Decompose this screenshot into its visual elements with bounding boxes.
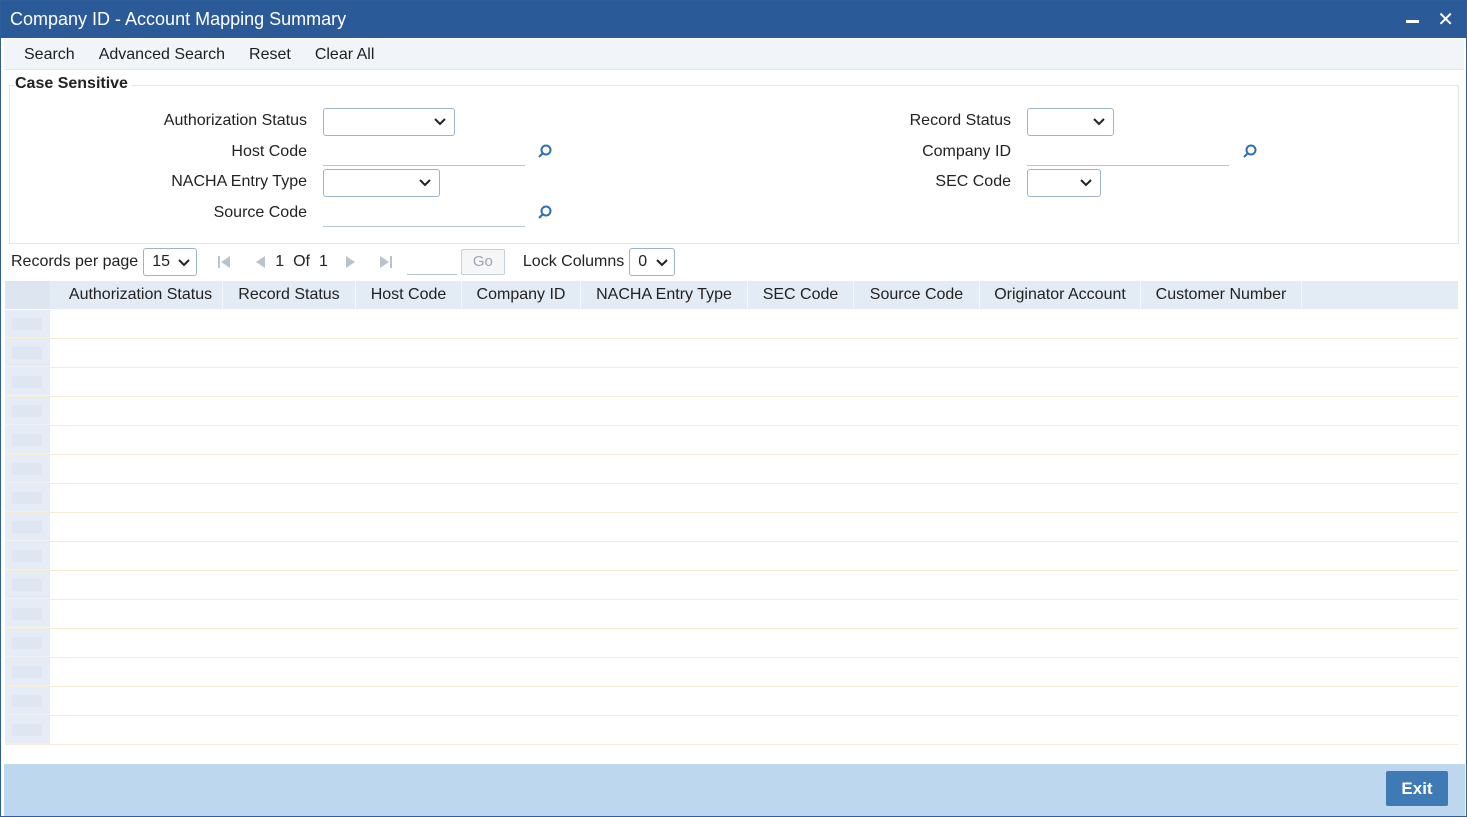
- company-id-input[interactable]: [1027, 139, 1229, 166]
- footer-bar: Exit: [4, 764, 1465, 816]
- pagination-bar: Records per page 15 1 Of 1 Go Lock Colum…: [4, 245, 1464, 279]
- exit-button[interactable]: Exit: [1386, 771, 1448, 806]
- table-row[interactable]: [5, 571, 1458, 600]
- records-per-page-select[interactable]: 15: [143, 248, 198, 276]
- table-row[interactable]: [5, 397, 1458, 426]
- title-bar: Company ID - Account Mapping Summary ✕: [1, 1, 1466, 38]
- table-row[interactable]: [5, 368, 1458, 397]
- table-row[interactable]: [5, 310, 1458, 339]
- grid-corner: [5, 281, 50, 309]
- row-selector[interactable]: [5, 600, 50, 628]
- chevron-down-icon: [419, 179, 431, 187]
- row-selector[interactable]: [5, 687, 50, 715]
- nacha-entry-type-select[interactable]: [323, 169, 440, 197]
- reset-button[interactable]: Reset: [237, 39, 303, 70]
- current-page: 1: [275, 253, 285, 270]
- chevron-down-icon: [1093, 118, 1105, 126]
- grid-header: Authorization Status Record Status Host …: [5, 281, 1458, 309]
- records-per-page-label: Records per page: [11, 253, 139, 270]
- column-header[interactable]: SEC Code: [748, 281, 854, 309]
- first-page-icon[interactable]: [217, 255, 231, 269]
- of-label: Of: [293, 253, 310, 270]
- column-header[interactable]: Originator Account: [980, 281, 1141, 309]
- row-selector[interactable]: [5, 658, 50, 686]
- chevron-down-icon: [178, 259, 190, 267]
- host-code-input[interactable]: [323, 139, 525, 166]
- search-button[interactable]: Search: [12, 39, 87, 70]
- row-selector[interactable]: [5, 542, 50, 570]
- row-selector[interactable]: [5, 426, 50, 454]
- source-code-label: Source Code: [213, 204, 307, 221]
- table-row[interactable]: [5, 600, 1458, 629]
- record-status-select[interactable]: [1027, 108, 1114, 136]
- clear-all-button[interactable]: Clear All: [303, 39, 387, 70]
- table-row[interactable]: [5, 513, 1458, 542]
- case-sensitive-label: Case Sensitive: [15, 75, 132, 93]
- page-number-input[interactable]: [406, 249, 457, 275]
- table-row[interactable]: [5, 716, 1458, 745]
- lock-columns-select[interactable]: 0: [629, 248, 676, 276]
- next-page-icon[interactable]: [344, 255, 358, 269]
- column-header[interactable]: Authorization Status: [59, 281, 223, 309]
- column-header[interactable]: Record Status: [223, 281, 356, 309]
- source-code-input[interactable]: [323, 200, 525, 227]
- row-selector[interactable]: [5, 455, 50, 483]
- table-row[interactable]: [5, 426, 1458, 455]
- host-code-search-icon[interactable]: [536, 143, 554, 161]
- authorization-status-label: Authorization Status: [163, 112, 307, 129]
- table-row[interactable]: [5, 629, 1458, 658]
- window-title: Company ID - Account Mapping Summary: [10, 9, 347, 29]
- results-grid: Authorization Status Record Status Host …: [5, 281, 1458, 745]
- last-page-icon[interactable]: [379, 255, 393, 269]
- column-header[interactable]: Host Code: [356, 281, 462, 309]
- row-selector[interactable]: [5, 571, 50, 599]
- column-header[interactable]: Source Code: [854, 281, 980, 309]
- go-button[interactable]: Go: [460, 249, 505, 275]
- table-row[interactable]: [5, 455, 1458, 484]
- advanced-search-button[interactable]: Advanced Search: [87, 39, 237, 70]
- nacha-entry-type-label: NACHA Entry Type: [171, 173, 307, 190]
- minimize-icon[interactable]: [1406, 20, 1420, 23]
- sec-code-label: SEC Code: [935, 173, 1011, 190]
- row-selector[interactable]: [5, 368, 50, 396]
- row-selector[interactable]: [5, 629, 50, 657]
- row-selector[interactable]: [5, 339, 50, 367]
- column-header[interactable]: NACHA Entry Type: [581, 281, 748, 309]
- table-row[interactable]: [5, 687, 1458, 716]
- column-header[interactable]: Customer Number: [1141, 281, 1302, 309]
- company-id-search-icon[interactable]: [1241, 143, 1259, 161]
- column-header[interactable]: Company ID: [462, 281, 581, 309]
- chevron-down-icon: [656, 259, 668, 267]
- table-row[interactable]: [5, 658, 1458, 687]
- source-code-search-icon[interactable]: [536, 204, 554, 222]
- table-row[interactable]: [5, 484, 1458, 513]
- row-selector[interactable]: [5, 513, 50, 541]
- total-pages: 1: [318, 253, 328, 270]
- toolbar: Search Advanced Search Reset Clear All: [4, 39, 1464, 70]
- records-per-page-value: 15: [152, 253, 170, 270]
- authorization-status-select[interactable]: [323, 108, 455, 136]
- chevron-down-icon: [1080, 179, 1092, 187]
- sec-code-select[interactable]: [1027, 169, 1101, 197]
- lock-columns-value: 0: [638, 253, 648, 270]
- record-status-label: Record Status: [909, 112, 1011, 129]
- table-row[interactable]: [5, 542, 1458, 571]
- table-row[interactable]: [5, 339, 1458, 368]
- summary-window: Company ID - Account Mapping Summary ✕ S…: [0, 0, 1467, 817]
- lock-columns-label: Lock Columns: [522, 253, 625, 270]
- close-icon[interactable]: ✕: [1437, 10, 1454, 30]
- company-id-label: Company ID: [922, 143, 1011, 160]
- host-code-label: Host Code: [231, 143, 307, 160]
- previous-page-icon[interactable]: [253, 255, 267, 269]
- row-selector[interactable]: [5, 310, 50, 338]
- row-selector[interactable]: [5, 484, 50, 512]
- chevron-down-icon: [434, 118, 446, 126]
- row-selector[interactable]: [5, 397, 50, 425]
- row-selector[interactable]: [5, 716, 50, 744]
